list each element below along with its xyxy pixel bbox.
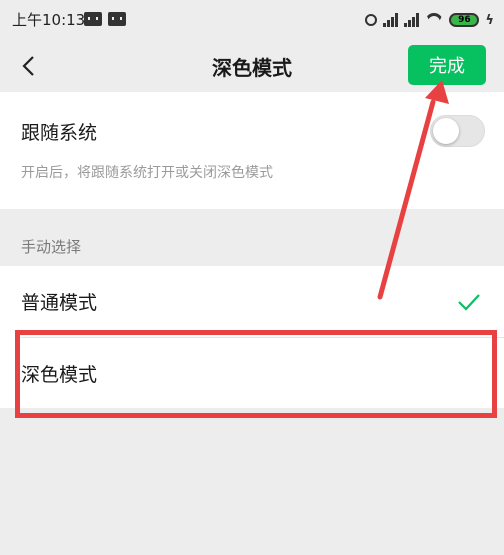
status-icons: 96 ϟ <box>365 9 494 31</box>
wifi-icon <box>425 13 443 27</box>
navigation-bar: 深色模式 完成 <box>0 40 504 92</box>
status-time: 上午10:13 <box>12 11 86 29</box>
follow-system-description: 开启后，将跟随系统打开或关闭深色模式 <box>21 165 273 181</box>
signal-icon <box>383 13 399 27</box>
check-icon <box>458 294 480 311</box>
follow-system-title: 跟随系统 <box>21 122 98 144</box>
message-icon <box>108 12 126 26</box>
follow-system-toggle[interactable] <box>430 115 485 147</box>
done-button[interactable]: 完成 <box>408 45 486 85</box>
charge-icon: ϟ <box>485 12 494 28</box>
signal-icon <box>404 13 420 27</box>
follow-system-card: 跟随系统 开启后，将跟随系统打开或关闭深色模式 <box>0 92 504 209</box>
alarm-icon <box>365 14 378 26</box>
annotation-highlight-box <box>15 330 497 418</box>
toggle-knob <box>433 118 459 144</box>
message-icon <box>84 12 102 26</box>
battery-icon: 96 <box>449 13 480 27</box>
manual-section-label: 手动选择 <box>21 238 82 256</box>
mode-option-normal[interactable]: 普通模式 <box>0 266 504 336</box>
mode-option-label: 普通模式 <box>21 292 98 314</box>
status-bar: 上午10:13 96 ϟ <box>0 0 504 40</box>
